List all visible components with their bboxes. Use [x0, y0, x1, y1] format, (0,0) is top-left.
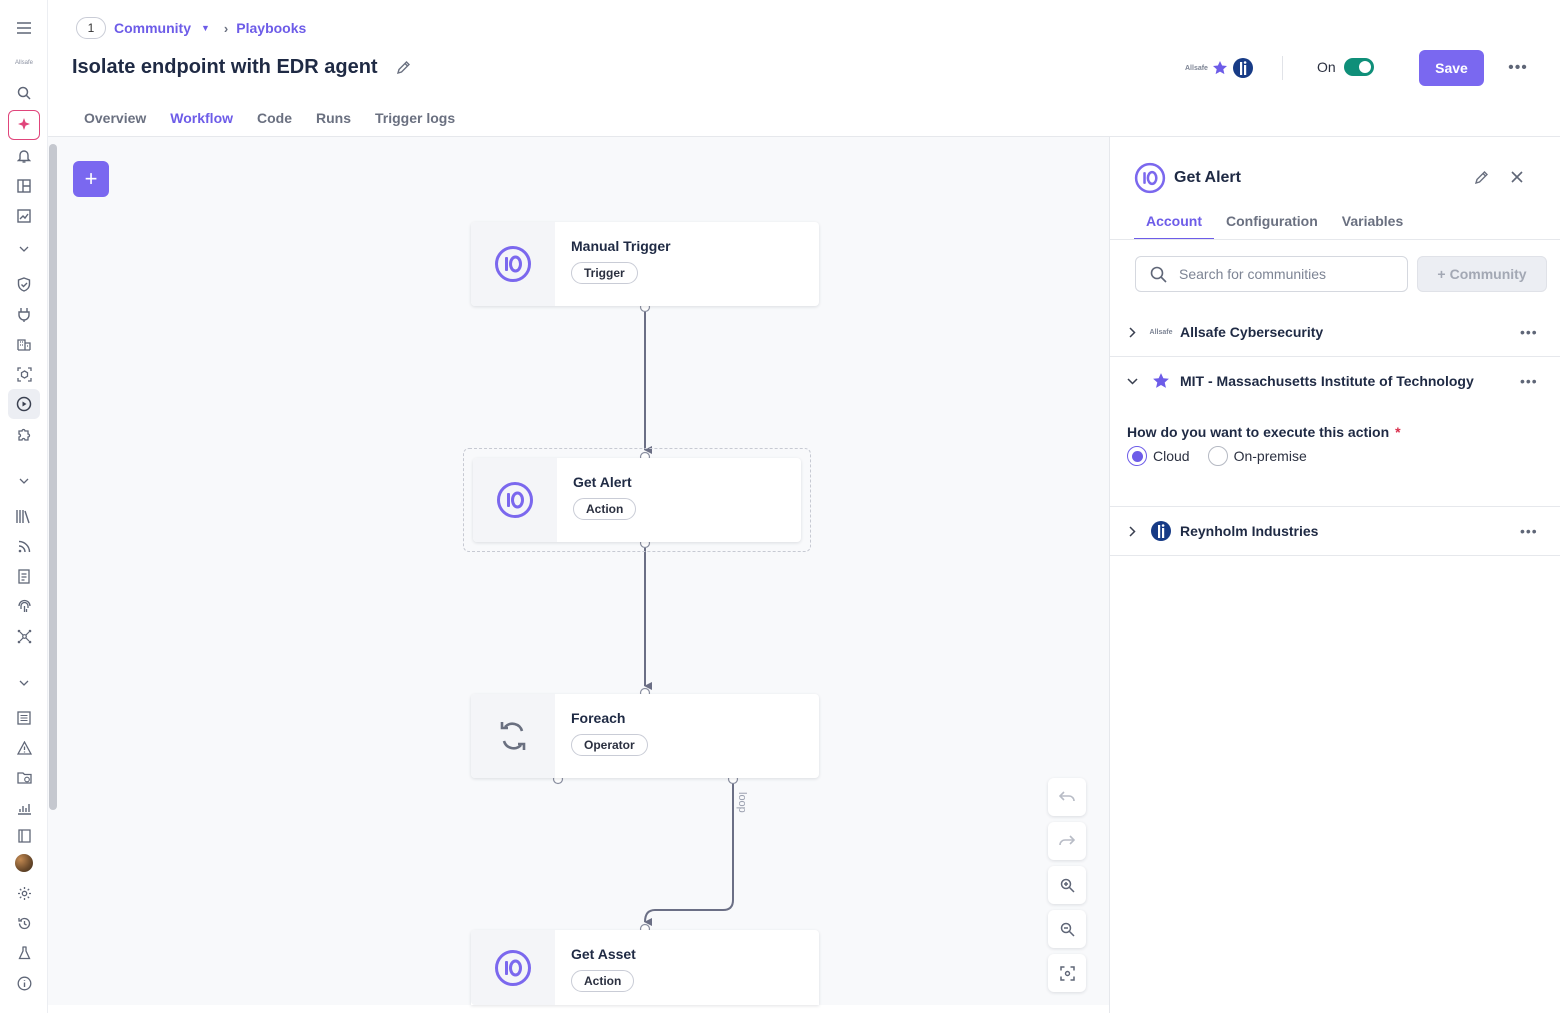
- divider: [1110, 555, 1560, 556]
- account-row-reynholm[interactable]: Reynholm Industries •••: [1110, 507, 1560, 555]
- header-divider: [1282, 56, 1283, 80]
- node-title: Foreach: [571, 710, 626, 726]
- io-logo-icon: [1134, 162, 1166, 194]
- search-input[interactable]: [1179, 266, 1389, 282]
- chevron-right-icon[interactable]: [1126, 525, 1138, 537]
- enable-toggle-group: On: [1317, 58, 1374, 76]
- required-mark: *: [1395, 424, 1401, 440]
- reynholm-logo-icon: [1232, 57, 1254, 79]
- redo-button[interactable]: [1048, 822, 1086, 860]
- io-logo-icon: [471, 222, 555, 306]
- undo-button[interactable]: [1048, 778, 1086, 816]
- add-community-label: Community: [1449, 266, 1527, 282]
- node-details-panel: Get Alert Account Configuration Variable…: [1109, 137, 1560, 1013]
- execution-question: How do you want to execute this action *: [1127, 424, 1401, 440]
- node-type-badge: Trigger: [571, 262, 638, 284]
- allsafe-logo-small: Allsafe: [1185, 64, 1208, 72]
- node-get-alert[interactable]: Get Alert Action: [473, 458, 801, 542]
- close-icon[interactable]: [1510, 170, 1524, 184]
- node-type-badge: Action: [571, 970, 635, 992]
- radio-button-checked[interactable]: [1127, 446, 1147, 466]
- zoom-in-button[interactable]: [1048, 866, 1086, 904]
- account-name: Reynholm Industries: [1180, 523, 1319, 539]
- question-text: How do you want to execute this action: [1127, 424, 1390, 440]
- node-title: Get Alert: [573, 474, 632, 490]
- node-get-asset[interactable]: Get Asset Action: [471, 930, 819, 1005]
- io-logo-icon: [473, 458, 557, 542]
- star-icon: [1212, 60, 1228, 76]
- tab-variables[interactable]: Variables: [1330, 209, 1416, 240]
- account-row-mit[interactable]: MIT - Massachusetts Institute of Technol…: [1110, 357, 1560, 405]
- account-row-allsafe[interactable]: Allsafe Allsafe Cybersecurity •••: [1110, 308, 1560, 356]
- chevron-down-icon[interactable]: [1126, 377, 1138, 385]
- search-icon: [1150, 266, 1167, 283]
- loop-edge-label: loop: [736, 792, 748, 813]
- edit-pencil-icon[interactable]: [1474, 170, 1489, 185]
- community-search: [1135, 256, 1408, 292]
- account-name: MIT - Massachusetts Institute of Technol…: [1180, 373, 1474, 389]
- zoom-out-button[interactable]: [1048, 910, 1086, 948]
- more-options-icon[interactable]: •••: [1506, 58, 1530, 78]
- radio-label: Cloud: [1153, 448, 1190, 464]
- execution-radio-group: Cloud On-premise: [1127, 446, 1319, 466]
- node-title: Manual Trigger: [571, 238, 671, 254]
- fit-view-button[interactable]: [1048, 954, 1086, 992]
- edge-foreach-loop-to-getasset: [644, 779, 734, 927]
- panel-title: Get Alert: [1174, 169, 1241, 186]
- tab-account[interactable]: Account: [1134, 209, 1214, 240]
- allsafe-logo-text: Allsafe: [1149, 328, 1173, 336]
- node-type-badge: Operator: [571, 734, 648, 756]
- more-options-icon[interactable]: •••: [1520, 373, 1538, 389]
- panel-tabs: Account Configuration Variables: [1134, 209, 1560, 240]
- panel-header: Get Alert: [1134, 162, 1241, 194]
- node-title: Get Asset: [571, 946, 636, 962]
- more-options-icon[interactable]: •••: [1520, 523, 1538, 539]
- account-name: Allsafe Cybersecurity: [1180, 324, 1324, 340]
- radio-on-premise[interactable]: On-premise: [1207, 446, 1307, 466]
- radio-label: On-premise: [1233, 448, 1307, 464]
- loop-icon: [471, 694, 555, 778]
- reynholm-logo-icon: [1148, 520, 1174, 542]
- radio-cloud[interactable]: Cloud: [1127, 446, 1190, 466]
- toggle-label: On: [1317, 59, 1336, 75]
- radio-button[interactable]: [1207, 446, 1228, 466]
- community-logos: Allsafe: [1185, 57, 1254, 79]
- node-type-badge: Action: [573, 498, 637, 520]
- allsafe-logo: Allsafe: [1148, 329, 1174, 336]
- chevron-right-icon[interactable]: [1126, 326, 1138, 338]
- node-manual-trigger[interactable]: Manual Trigger Trigger: [471, 222, 819, 306]
- more-options-icon[interactable]: •••: [1520, 324, 1538, 340]
- panel-tabs-divider: [1110, 239, 1560, 240]
- add-community-button[interactable]: + Community: [1417, 256, 1547, 292]
- enabled-toggle[interactable]: [1343, 58, 1374, 76]
- plus-icon: +: [1437, 266, 1446, 282]
- node-foreach[interactable]: Foreach Operator: [471, 694, 819, 778]
- tab-configuration[interactable]: Configuration: [1214, 209, 1330, 240]
- io-logo-icon: [471, 930, 555, 1005]
- star-icon: [1148, 372, 1174, 390]
- save-button[interactable]: Save: [1419, 50, 1484, 86]
